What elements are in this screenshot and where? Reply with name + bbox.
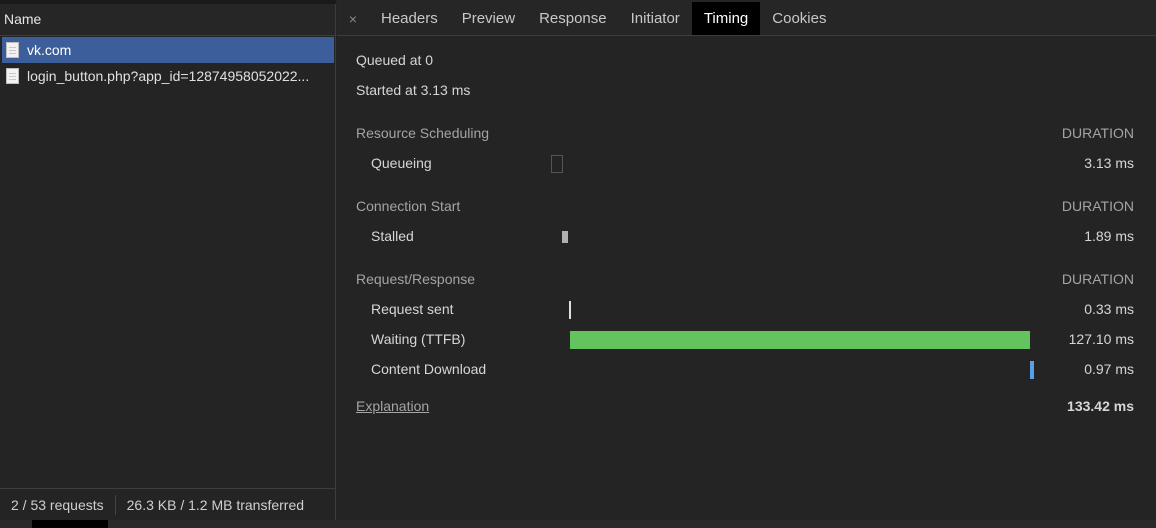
duration-header: DURATION [1061, 198, 1134, 214]
devtools-network-root: Name vk.com login_button.php?app_id=12874… [0, 0, 1156, 528]
duration-header: DURATION [1061, 125, 1134, 141]
tab-cookies[interactable]: Cookies [760, 2, 838, 35]
timing-bar [569, 301, 572, 319]
request-row[interactable]: login_button.php?app_id=12874958052022..… [2, 63, 334, 89]
request-count: 2 / 53 requests [11, 496, 104, 513]
tab-timing[interactable]: Timing [691, 2, 761, 35]
timing-row-label: Content Download [371, 361, 487, 377]
tab-preview[interactable]: Preview [450, 2, 527, 35]
timing-bar [562, 231, 569, 243]
transferred-size: 26.3 KB / 1.2 MB transferred [126, 496, 305, 513]
requests-panel: Name vk.com login_button.php?app_id=12874… [0, 0, 336, 528]
details-panel: × Headers Preview Response Initiator Timing C… [337, 0, 1156, 520]
timing-bar [551, 155, 563, 173]
timing-row-label: Stalled [371, 228, 414, 244]
timing-row-label: Queueing [371, 155, 432, 171]
duration-header: DURATION [1061, 271, 1134, 287]
section-title: Resource Scheduling [356, 125, 490, 141]
request-name: vk.com [27, 42, 72, 58]
bottom-strip [0, 520, 1156, 528]
started-at: Started at 3.13 ms [356, 82, 471, 98]
bottom-strip-block [32, 520, 108, 528]
status-bar: 2 / 53 requests 26.3 KB / 1.2 MB transfe… [0, 488, 335, 520]
timing-row-value: 1.89 ms [1084, 228, 1134, 244]
timing-row-label: Request sent [371, 301, 454, 317]
document-icon [6, 42, 19, 58]
request-name: login_button.php?app_id=12874958052022..… [27, 68, 310, 84]
name-column-header[interactable]: Name [0, 4, 335, 36]
request-list: vk.com login_button.php?app_id=1287495805… [0, 37, 335, 89]
tab-initiator[interactable]: Initiator [619, 2, 692, 35]
section-title: Connection Start [356, 198, 461, 214]
queued-at: Queued at 0 [356, 52, 434, 68]
section-title: Request/Response [356, 271, 476, 287]
explanation-link[interactable]: Explanation [356, 398, 429, 414]
details-tabs: × Headers Preview Response Initiator Timing C… [337, 0, 1156, 36]
total-duration: 133.42 ms [1067, 398, 1134, 414]
tab-headers[interactable]: Headers [369, 2, 450, 35]
request-row[interactable]: vk.com [2, 37, 334, 63]
tab-response[interactable]: Response [527, 2, 619, 35]
timing-bar [1030, 361, 1034, 379]
timing-row-value: 0.97 ms [1084, 361, 1134, 377]
timing-row-value: 3.13 ms [1084, 155, 1134, 171]
close-icon[interactable]: × [337, 2, 369, 35]
document-icon [6, 68, 19, 84]
timing-row-value: 127.10 ms [1068, 331, 1134, 347]
timing-row-value: 0.33 ms [1084, 301, 1134, 317]
timing-row-label: Waiting (TTFB) [371, 331, 466, 347]
timing-bar [570, 331, 1031, 349]
